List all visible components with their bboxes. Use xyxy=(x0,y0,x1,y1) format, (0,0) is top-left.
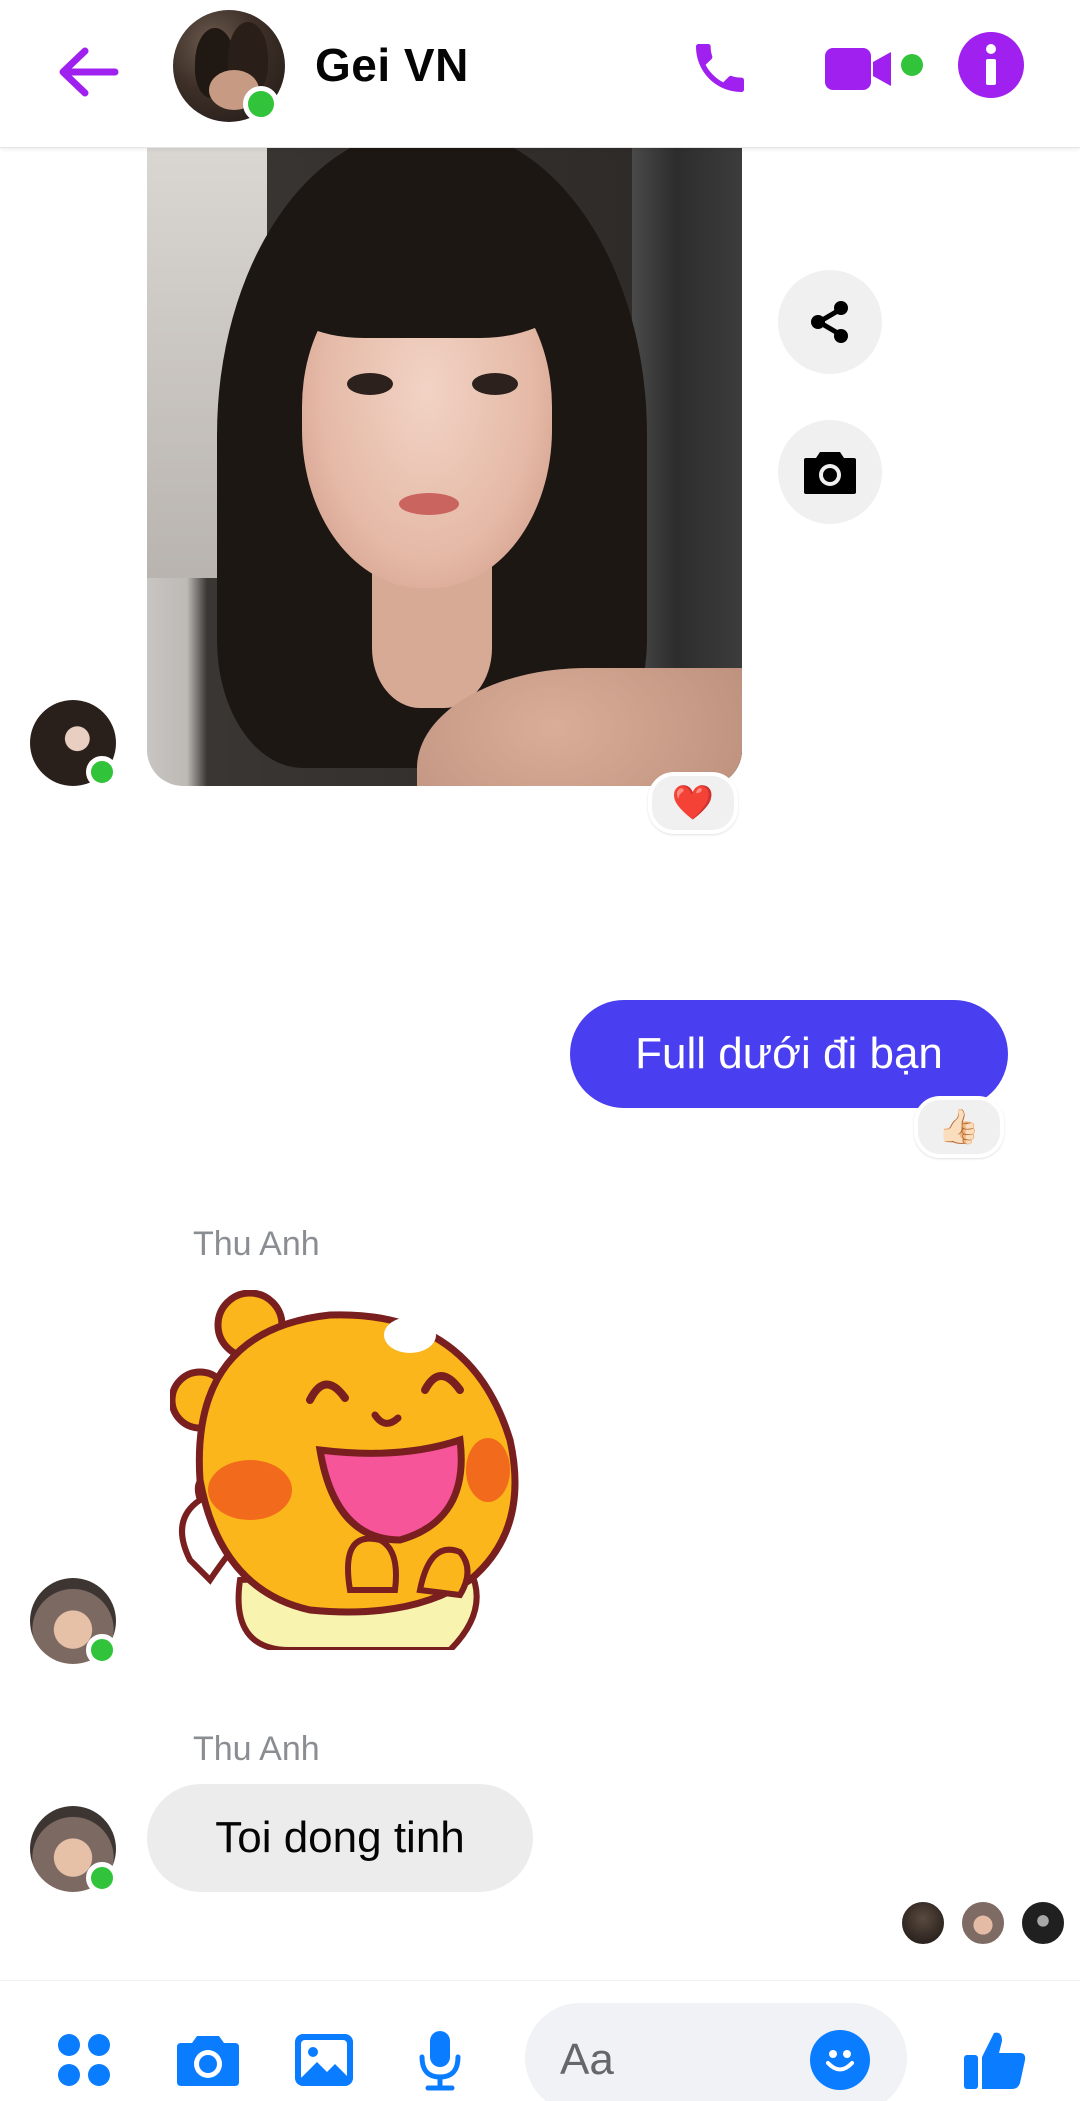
incoming-message[interactable]: Toi dong tinh xyxy=(147,1784,533,1892)
message-input-placeholder: Aa xyxy=(560,2035,614,2084)
online-indicator xyxy=(243,86,279,122)
microphone-icon xyxy=(419,2031,461,2091)
info-icon xyxy=(986,44,996,85)
seen-avatar xyxy=(960,1900,1006,1946)
camera-button[interactable] xyxy=(168,2020,248,2100)
info-button[interactable] xyxy=(958,32,1024,98)
back-button[interactable] xyxy=(48,32,128,112)
emoji-button[interactable] xyxy=(810,2030,870,2090)
online-indicator xyxy=(86,1862,118,1894)
gallery-icon xyxy=(295,2034,353,2086)
conversation-title[interactable]: Gei VN xyxy=(315,38,469,92)
conversation-header: Gei VN xyxy=(0,0,1080,148)
apps-icon xyxy=(58,2034,110,2086)
apps-button[interactable] xyxy=(44,2020,124,2100)
online-indicator xyxy=(86,1634,118,1666)
camera-icon xyxy=(177,2036,239,2086)
seen-avatar xyxy=(1020,1900,1066,1946)
sticker-message[interactable] xyxy=(170,1290,520,1650)
video-call-button[interactable] xyxy=(818,30,898,108)
video-camera-icon xyxy=(825,48,891,90)
heart-reaction[interactable]: ❤️ xyxy=(648,772,738,834)
gallery-button[interactable] xyxy=(284,2020,364,2100)
thumbs-up-icon xyxy=(964,2032,1026,2089)
emoji-icon xyxy=(826,2050,854,2072)
like-reaction[interactable]: 👍🏻 xyxy=(914,1096,1004,1158)
like-button[interactable] xyxy=(955,2020,1035,2100)
photo-message[interactable] xyxy=(147,148,742,786)
camera-reply-button[interactable] xyxy=(778,420,882,524)
back-arrow-icon xyxy=(59,47,119,97)
voice-call-button[interactable] xyxy=(680,28,760,108)
share-icon xyxy=(811,301,848,343)
online-indicator xyxy=(86,756,118,788)
active-call-dot xyxy=(901,54,923,76)
camera-icon xyxy=(804,452,856,494)
voice-message-button[interactable] xyxy=(400,2020,480,2100)
share-button[interactable] xyxy=(778,270,882,374)
sender-name: Thu Anh xyxy=(193,1730,320,1768)
outgoing-message[interactable]: Full dưới đi bạn xyxy=(570,1000,1008,1108)
phone-icon xyxy=(696,44,744,92)
seen-avatar xyxy=(900,1900,946,1946)
sender-name: Thu Anh xyxy=(193,1225,320,1263)
